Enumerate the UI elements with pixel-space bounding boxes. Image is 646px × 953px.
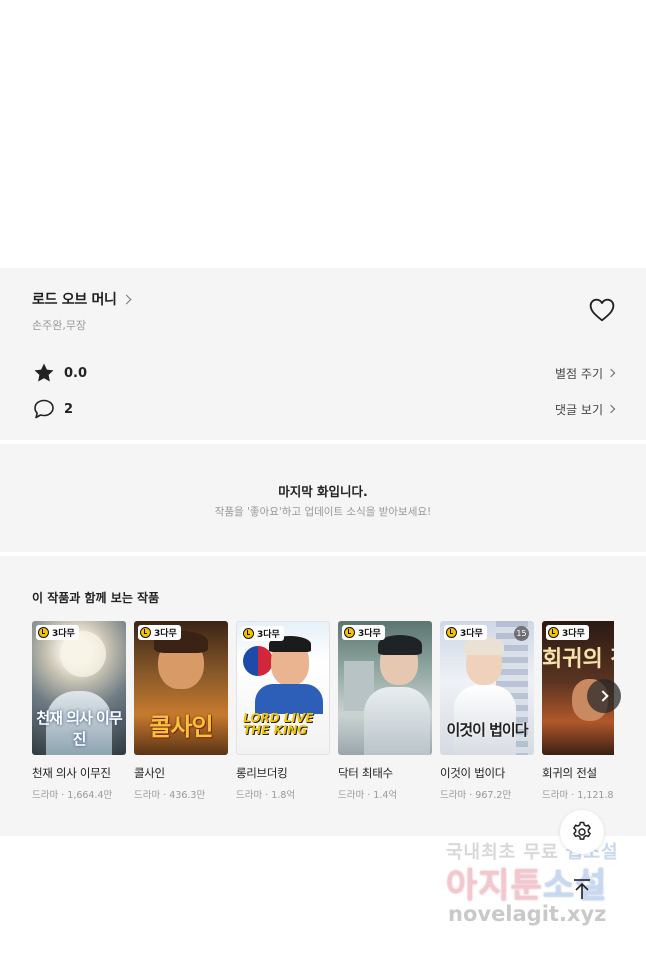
heart-icon[interactable] [589, 298, 615, 322]
chevron-right-icon [121, 294, 132, 305]
card-meta: 드라마 · 436.3만 [134, 790, 206, 801]
scroll-top-button[interactable] [565, 872, 599, 906]
recommendation-card[interactable]: 콜사인 3다무 콜사인 드라마 · 436.3만 [134, 621, 228, 801]
rating-value: 0.0 [64, 365, 88, 381]
view-comments-button[interactable]: 댓글 보기 [555, 401, 616, 418]
card-meta: 드라마 · 1,664.4만 [32, 790, 113, 801]
work-info-panel: 로드 오브 머니 손주완,무장 0.0 별점 주기 2 댓글 보기 [0, 268, 646, 440]
chevron-right-icon [606, 368, 616, 378]
card-thumbnail: LORD LIVE THE KING 3다무 [236, 621, 330, 755]
chevron-right-icon [606, 404, 616, 414]
clock-icon [243, 628, 254, 639]
wait-free-badge: 3다무 [138, 625, 181, 640]
badge-label: 3다무 [52, 629, 75, 639]
card-title: 콜사인 [134, 766, 165, 780]
rating-row: 0.0 별점 주기 [32, 361, 616, 385]
last-episode-subtitle: 작품을 '좋아요'하고 업데이트 소식을 받아보세요! [214, 506, 432, 518]
rate-button[interactable]: 별점 주기 [555, 365, 616, 382]
last-episode-title: 마지막 화입니다. [278, 484, 368, 499]
card-thumbnail: 3다무 [338, 621, 432, 755]
clock-icon [344, 627, 355, 638]
card-thumbnail: 이것이 법이다 3다무 15 [440, 621, 534, 755]
cover-title: 이것이 법이다 [446, 721, 528, 739]
watermark: 국내최초 무료 웹소설 아지툰소설 novelagit.xyz [440, 836, 630, 936]
episode-count-badge: 15 [514, 626, 529, 641]
card-meta: 드라마 · 1.8억 [236, 790, 296, 801]
recommendation-card[interactable]: 이것이 법이다 3다무 15 이것이 법이다 드라마 · 967.2만 [440, 621, 534, 801]
clock-icon [548, 627, 559, 638]
card-meta: 드라마 · 967.2만 [440, 790, 512, 801]
rate-button-label: 별점 주기 [555, 366, 603, 381]
card-title: 회귀의 전설 [542, 766, 597, 780]
card-meta: 드라마 · 1.4억 [338, 790, 398, 801]
card-meta: 드라마 · 1,121.8만 [542, 790, 614, 801]
comment-icon [34, 399, 54, 419]
comment-row: 2 댓글 보기 [32, 397, 616, 421]
watermark-text: 아지툰 [446, 866, 543, 906]
badge-label: 3다무 [154, 629, 177, 639]
wait-free-badge: 3다무 [241, 626, 284, 641]
settings-button[interactable] [560, 810, 604, 854]
card-title: 이것이 법이다 [440, 766, 506, 780]
cover-art [364, 687, 430, 755]
view-comments-label: 댓글 보기 [555, 402, 603, 417]
work-title: 로드 오브 머니 [32, 292, 117, 308]
badge-label: 3다무 [358, 629, 381, 639]
chevron-right-icon [596, 690, 609, 702]
card-title: 롱리브더킹 [236, 766, 288, 780]
recommendation-card[interactable]: 3다무 닥터 최태수 드라마 · 1.4억 [338, 621, 432, 801]
cover-title: 회귀의 전 [542, 647, 614, 672]
work-title-link[interactable]: 로드 오브 머니 [32, 289, 132, 309]
gear-icon [573, 821, 591, 840]
cover-title: LORD LIVE THE KING [243, 711, 314, 737]
recommendation-card[interactable]: 천재 의사 이무진 3다무 천재 의사 이무진 드라마 · 1,664.4만 [32, 621, 126, 801]
badge-label: 3다무 [460, 629, 483, 639]
clock-icon [446, 627, 457, 638]
cover-title: 콜사인 [149, 713, 213, 741]
badge-label: 3다무 [257, 630, 280, 640]
recommendation-section: 이 작품과 함께 보는 작품 천재 의사 이무진 3다무 천재 의사 이무진 드… [0, 556, 646, 836]
last-episode-notice: 마지막 화입니다. 작품을 '좋아요'하고 업데이트 소식을 받아보세요! [0, 444, 646, 552]
wait-free-badge: 3다무 [546, 625, 589, 640]
comment-count: 2 [64, 401, 74, 417]
arrow-up-icon [574, 879, 590, 899]
recommendation-heading: 이 작품과 함께 보는 작품 [32, 591, 160, 605]
recommendation-carousel: 천재 의사 이무진 3다무 천재 의사 이무진 드라마 · 1,664.4만 콜… [32, 621, 614, 811]
carousel-next-button[interactable] [587, 679, 621, 713]
card-title: 닥터 최태수 [338, 766, 393, 780]
wait-free-badge: 3다무 [36, 625, 79, 640]
card-title: 천재 의사 이무진 [32, 766, 111, 780]
recommendation-card[interactable]: LORD LIVE THE KING 3다무 롱리브더킹 드라마 · 1.8억 [236, 621, 330, 801]
work-author: 손주완,무장 [32, 319, 87, 332]
badge-label: 3다무 [562, 629, 585, 639]
wait-free-badge: 3다무 [342, 625, 385, 640]
content-blank-area [0, 0, 646, 268]
viewer-page: 로드 오브 머니 손주완,무장 0.0 별점 주기 2 댓글 보기 마지막 화입… [0, 0, 646, 953]
cover-art [255, 684, 323, 714]
star-icon [34, 363, 54, 382]
clock-icon [38, 627, 49, 638]
clock-icon [140, 627, 151, 638]
card-thumbnail: 천재 의사 이무진 3다무 [32, 621, 126, 755]
card-thumbnail: 콜사인 3다무 [134, 621, 228, 755]
wait-free-badge: 3다무 [444, 625, 487, 640]
cover-title: 천재 의사 이무진 [36, 709, 122, 748]
